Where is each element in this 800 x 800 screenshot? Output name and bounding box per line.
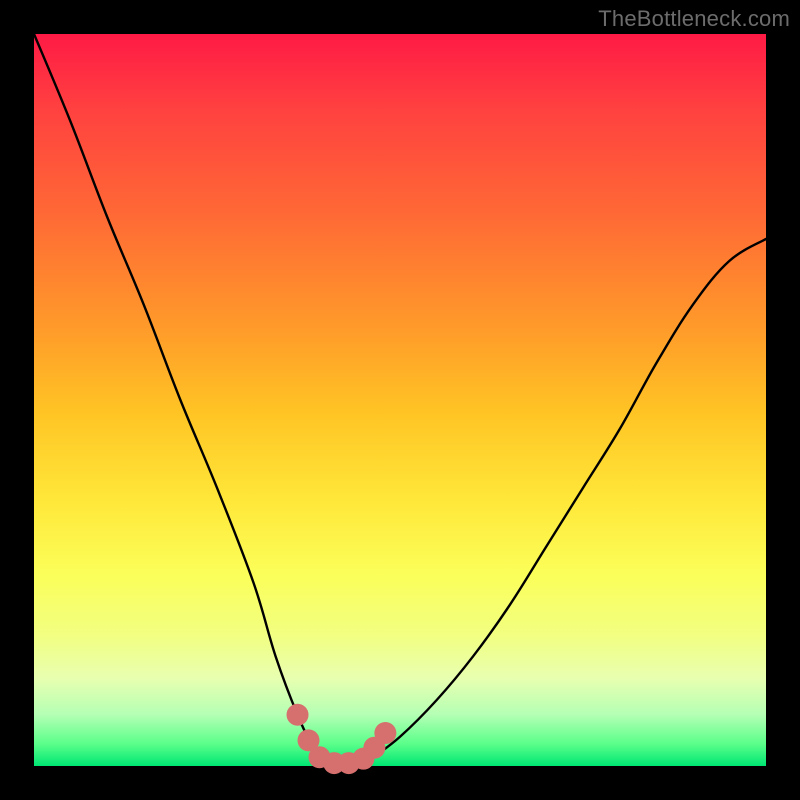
- curve-markers: [287, 704, 397, 774]
- curve-marker: [374, 722, 396, 744]
- chart-frame: TheBottleneck.com: [0, 0, 800, 800]
- bottleneck-curve: [34, 34, 766, 767]
- watermark-text: TheBottleneck.com: [598, 6, 790, 32]
- curve-svg: [34, 34, 766, 766]
- curve-marker: [287, 704, 309, 726]
- plot-area: [34, 34, 766, 766]
